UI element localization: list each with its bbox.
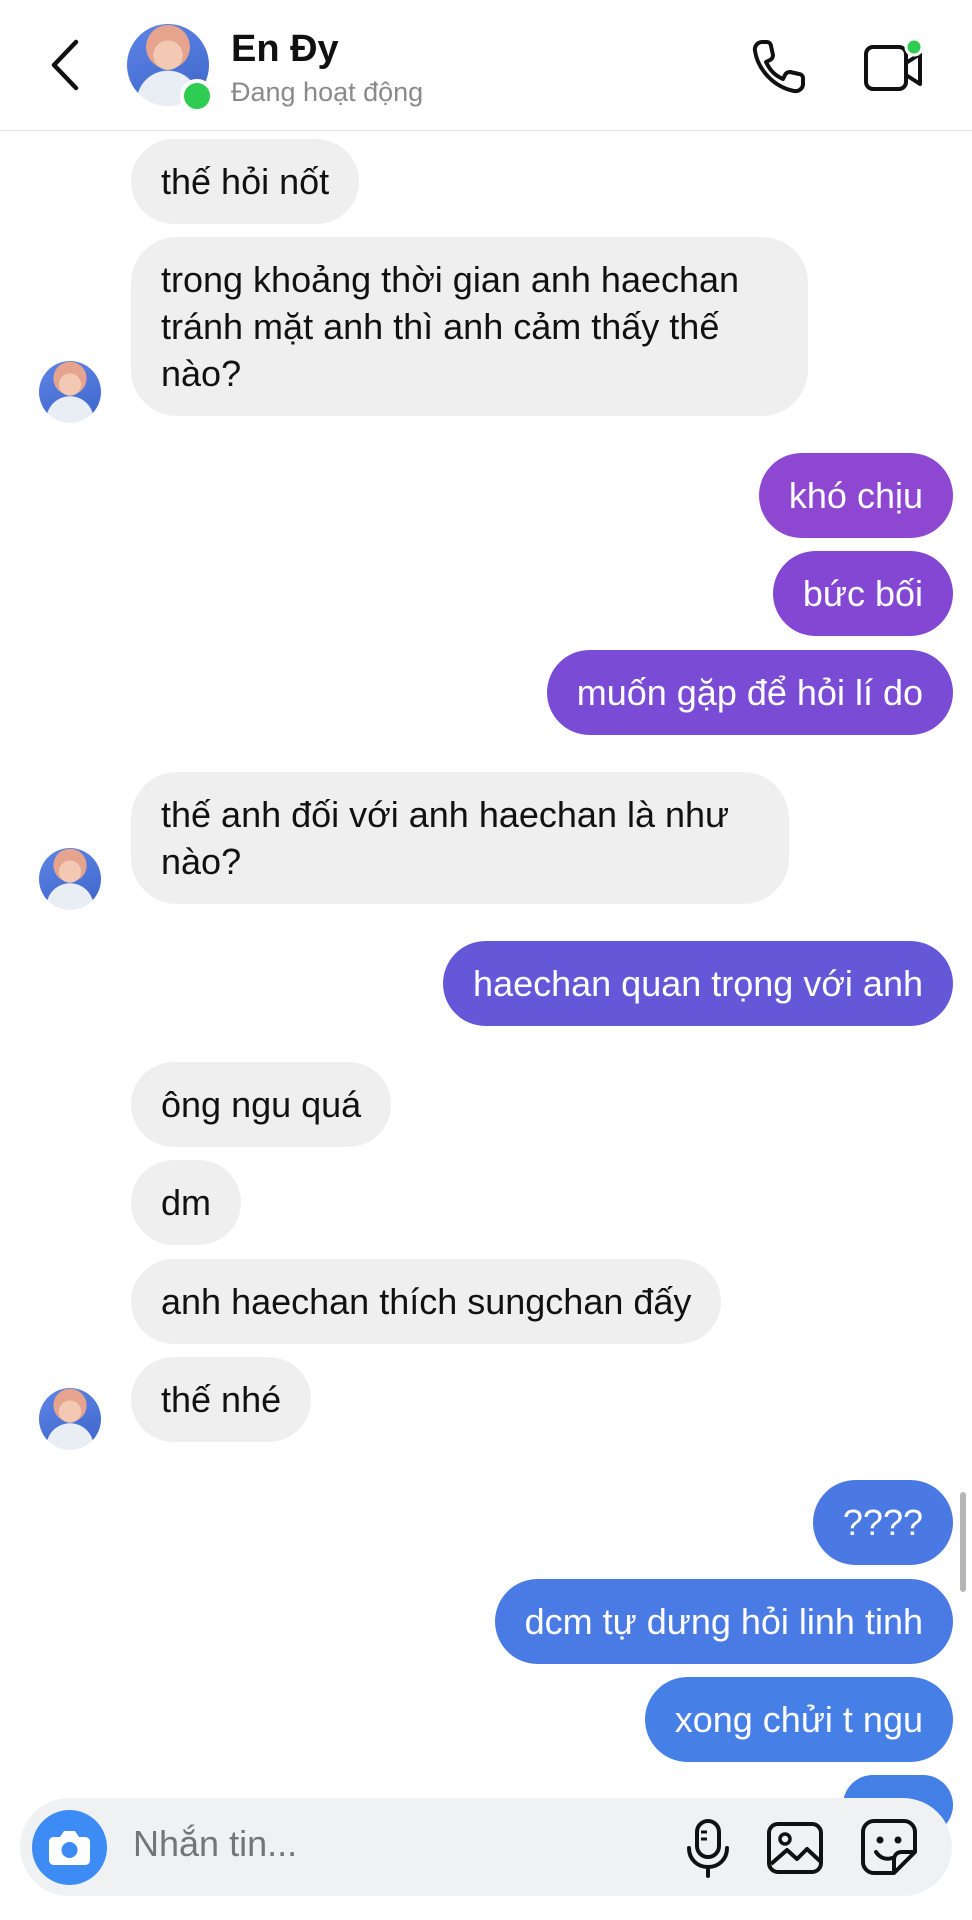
sender-avatar[interactable] (39, 1388, 101, 1450)
message-composer (20, 1798, 952, 1896)
contact-name[interactable]: En Đy (231, 28, 339, 71)
message-bubble-received[interactable]: thế nhé (131, 1357, 312, 1442)
microphone-icon (687, 1819, 729, 1878)
sticker-button[interactable] (858, 1816, 920, 1878)
camera-icon (49, 1831, 90, 1865)
message-bubble-received[interactable]: ông ngu quá (131, 1062, 392, 1147)
message-bubble-sent[interactable]: dcm tự dưng hỏi linh tinh (494, 1579, 953, 1664)
message-bubble-sent[interactable]: khó chịu (758, 453, 953, 538)
video-camera-icon (864, 37, 924, 91)
message-bubble-sent[interactable]: ???? (812, 1480, 953, 1565)
video-call-button[interactable] (862, 36, 926, 98)
sender-avatar[interactable] (39, 361, 101, 423)
message-input[interactable] (131, 1822, 635, 1866)
back-button[interactable] (40, 34, 90, 96)
gallery-button[interactable] (765, 1818, 825, 1878)
message-bubble-sent[interactable]: xong chửi t ngu (644, 1677, 953, 1762)
chat-header: En Đy Đang hoạt động (0, 0, 972, 131)
message-bubble-sent[interactable]: bức bối (772, 551, 953, 636)
sticker-icon (861, 1819, 917, 1875)
message-bubble-sent[interactable]: muốn gặp để hỏi lí do (546, 650, 953, 735)
message-bubble-sent[interactable]: haechan quan trọng với anh (443, 941, 953, 1026)
chevron-left-icon (51, 39, 79, 91)
scrollbar[interactable] (960, 1492, 966, 1592)
online-status-dot (180, 79, 214, 113)
image-icon (767, 1822, 823, 1874)
phone-icon (752, 40, 805, 94)
message-bubble-received[interactable]: anh haechan thích sungchan đấy (131, 1259, 722, 1344)
contact-status: Đang hoạt động (231, 77, 424, 107)
message-bubble-received[interactable]: thế hỏi nốt (131, 139, 360, 224)
message-bubble-received[interactable]: trong khoảng thời gian anh haechan tránh… (131, 237, 808, 416)
voice-message-button[interactable] (677, 1816, 739, 1880)
voice-call-button[interactable] (748, 36, 810, 98)
camera-button[interactable] (32, 1810, 107, 1885)
message-bubble-received[interactable]: dm (131, 1160, 242, 1245)
sender-avatar[interactable] (39, 848, 101, 910)
message-bubble-received[interactable]: thế anh đối với anh haechan là như nào? (131, 772, 789, 904)
